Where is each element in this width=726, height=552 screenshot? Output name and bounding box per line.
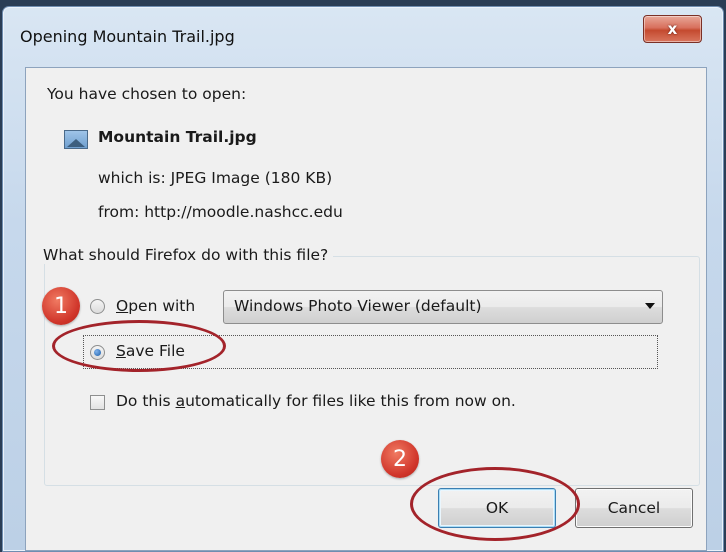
cancel-button[interactable]: Cancel bbox=[575, 488, 693, 528]
dialog-body: You have chosen to open: Mountain Trail.… bbox=[25, 67, 707, 551]
open-with-label[interactable]: Open with bbox=[116, 297, 195, 315]
close-button[interactable]: x bbox=[643, 15, 702, 43]
step-1-badge: 1 bbox=[42, 287, 80, 325]
file-name: Mountain Trail.jpg bbox=[98, 128, 257, 146]
auto-checkbox-label[interactable]: Do this automatically for files like thi… bbox=[116, 392, 516, 410]
open-with-radio[interactable] bbox=[90, 299, 105, 314]
dropdown-arrow-icon bbox=[645, 303, 655, 309]
step-2-badge: 2 bbox=[381, 440, 419, 478]
action-question: What should Firefox do with this file? bbox=[38, 246, 334, 264]
file-source: from: http://moodle.nashcc.edu bbox=[98, 203, 343, 221]
ok-highlight-ring bbox=[410, 467, 580, 541]
save-file-highlight-ring bbox=[52, 320, 226, 372]
auto-checkbox[interactable] bbox=[90, 395, 105, 410]
application-select-value: Windows Photo Viewer (default) bbox=[234, 297, 482, 315]
close-icon: x bbox=[667, 20, 678, 38]
window-title: Opening Mountain Trail.jpg bbox=[20, 27, 235, 46]
application-select[interactable]: Windows Photo Viewer (default) bbox=[223, 290, 663, 324]
file-type: which is: JPEG Image (180 KB) bbox=[98, 169, 333, 187]
intro-text: You have chosen to open: bbox=[47, 85, 247, 103]
image-file-icon bbox=[64, 130, 88, 149]
dialog-window: Opening Mountain Trail.jpg x You have ch… bbox=[2, 6, 724, 552]
